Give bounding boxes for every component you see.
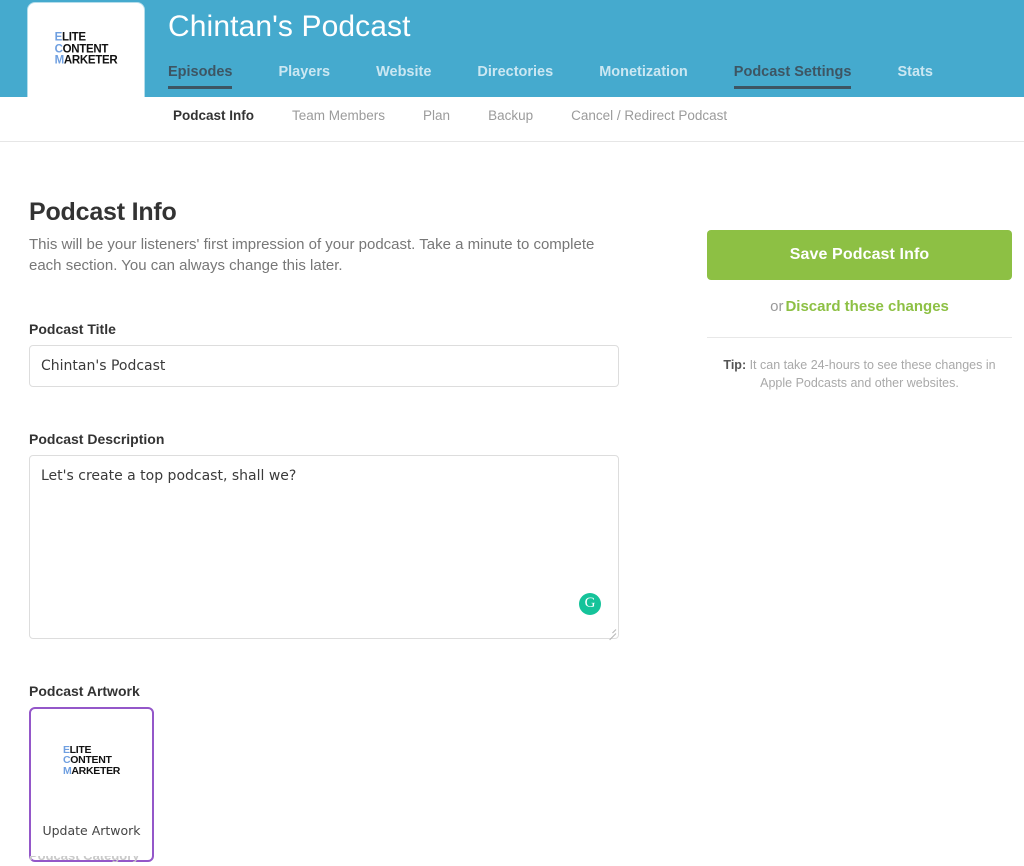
subnav-item-plan[interactable]: Plan xyxy=(423,108,450,123)
logo-letter-c: C xyxy=(54,43,63,56)
grammarly-icon[interactable]: G xyxy=(579,592,601,615)
elite-content-marketer-logo: ELITE CONTENT MARKETER xyxy=(55,32,118,67)
nav-item-players[interactable]: Players xyxy=(278,64,330,89)
nav-item-episodes[interactable]: Episodes xyxy=(168,64,233,89)
tip-divider xyxy=(707,337,1012,338)
nav-item-directories[interactable]: Directories xyxy=(477,64,553,89)
tip-text: Tip: It can take 24-hours to see these c… xyxy=(707,356,1012,392)
podcast-description-label: Podcast Description xyxy=(29,430,165,447)
section-description: This will be your listeners' first impre… xyxy=(29,236,595,275)
artwork-logo-word-arketer: ARKETER xyxy=(71,764,121,777)
artwork-logo-image: ELITE CONTENT MARKETER xyxy=(63,744,121,777)
podcast-title-input[interactable] xyxy=(29,344,619,387)
next-section-partial: Podcast Category xyxy=(29,856,149,862)
nav-item-podcast-settings[interactable]: Podcast Settings xyxy=(733,64,851,89)
subnav-item-backup[interactable]: Backup xyxy=(488,108,533,123)
nav-item-website[interactable]: Website xyxy=(376,64,431,89)
actions-column: Save Podcast Info or Discard these change… xyxy=(707,230,1012,392)
subnav-item-team-members[interactable]: Team Members xyxy=(292,108,385,123)
main-navigation: Episodes Players Website Directories Mon… xyxy=(168,64,933,97)
app-header: ELITE CONTENT MARKETER Chintan's Podcast… xyxy=(0,0,1024,97)
podcast-artwork-label: Podcast Artwork xyxy=(29,682,140,699)
nav-item-stats[interactable]: Stats xyxy=(897,64,932,89)
podcast-title-label: Podcast Title xyxy=(29,320,116,337)
nav-item-monetization[interactable]: Monetization xyxy=(599,64,688,89)
discard-changes-link[interactable]: Discard these changes xyxy=(785,298,948,315)
podcast-artwork-upload[interactable]: ELITE CONTENT MARKETER Update Artwork xyxy=(29,706,154,862)
or-text: or xyxy=(770,298,784,315)
section-heading: Podcast Info xyxy=(29,198,177,226)
podcast-description-textarea[interactable] xyxy=(29,454,619,639)
podcast-description-wrapper: G xyxy=(29,454,619,640)
update-artwork-label: Update Artwork xyxy=(42,822,141,838)
tip-body: It can take 24-hours to see these change… xyxy=(746,358,996,391)
form-column: Podcast Info This will be your listeners… xyxy=(29,198,629,862)
sub-navigation: Podcast Info Team Members Plan Backup Ca… xyxy=(0,97,1024,142)
textarea-resize-handle[interactable] xyxy=(605,625,617,640)
logo-letter-m: M xyxy=(54,54,65,67)
logo-word-ontent: ONTENT xyxy=(62,43,109,56)
brand-logo-card[interactable]: ELITE CONTENT MARKETER xyxy=(28,3,144,97)
subnav-item-cancel-redirect-podcast[interactable]: Cancel / Redirect Podcast xyxy=(571,108,727,123)
page-content: Podcast Info This will be your listeners… xyxy=(0,142,1024,866)
logo-word-arketer: ARKETER xyxy=(63,54,118,67)
subnav-item-podcast-info[interactable]: Podcast Info xyxy=(173,108,254,123)
tip-prefix: Tip: xyxy=(723,358,747,372)
logo-word-lite: LITE xyxy=(61,31,86,44)
next-section-label: Podcast Category xyxy=(29,856,149,862)
discard-row: or Discard these changes xyxy=(707,298,1012,315)
save-podcast-info-button[interactable]: Save Podcast Info xyxy=(707,230,1012,280)
page-title: Chintan's Podcast xyxy=(168,10,411,43)
